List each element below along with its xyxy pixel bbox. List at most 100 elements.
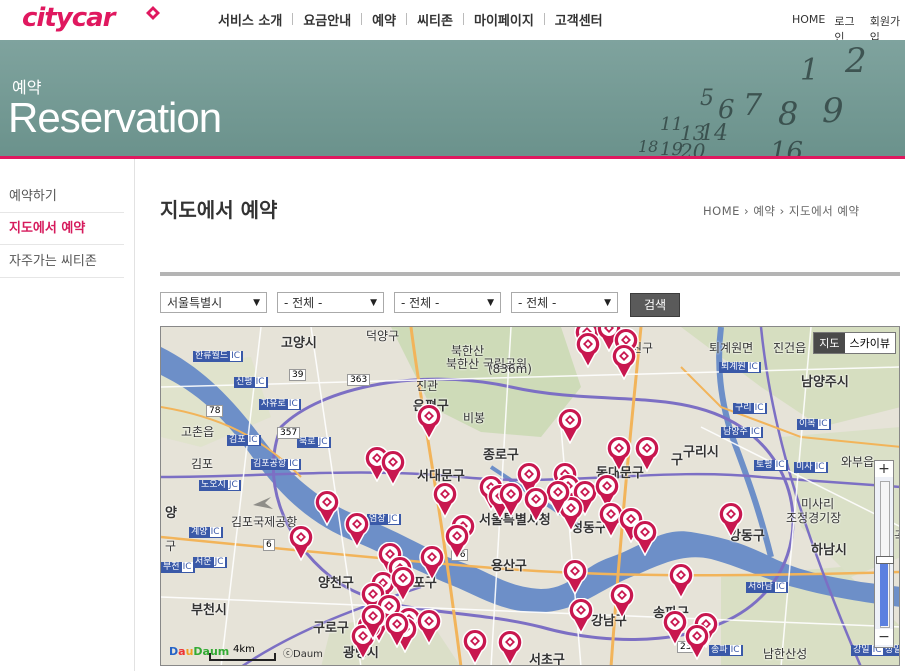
map-interchange: 북로 JC xyxy=(297,437,331,448)
nav-service[interactable]: 서비스 소개 xyxy=(208,10,292,29)
map-pin-icon xyxy=(444,524,470,560)
cityzone-map-marker[interactable] xyxy=(575,332,601,368)
cityzone-map-marker[interactable] xyxy=(419,545,445,581)
cityzone-map-marker[interactable] xyxy=(611,344,637,380)
cityzone-map-marker[interactable] xyxy=(384,612,410,648)
cityzone-map-marker[interactable] xyxy=(432,482,458,518)
page-banner: 1 2 5 6 7 8 9 11 13 14 18 19 20 16 예약 Re… xyxy=(0,40,905,156)
map-label-gu-left: 구 xyxy=(165,539,177,553)
chevron-right-icon: › xyxy=(744,204,754,218)
svg-text:5: 5 xyxy=(700,86,714,111)
cityzone-map-marker[interactable] xyxy=(632,520,658,556)
map-label-gimpo-side: 김포 xyxy=(191,457,214,471)
cityzone-map-marker[interactable] xyxy=(497,630,523,665)
scale-label: 4km xyxy=(233,644,255,655)
cityzone-map-marker[interactable] xyxy=(562,559,588,595)
interchange-type: IC xyxy=(814,462,826,472)
nav-mypage[interactable]: 마이페이지 xyxy=(464,10,544,29)
map-pin-icon xyxy=(360,604,386,640)
zone-select[interactable]: - 전체 - ▼ xyxy=(511,292,618,313)
cityzone-map-marker[interactable] xyxy=(609,583,635,619)
cityzone-map-marker[interactable] xyxy=(288,525,314,561)
logo[interactable]: citycar xyxy=(22,3,115,33)
sidebar-item-favorite-zone[interactable]: 자주가는 씨티존 xyxy=(0,246,124,278)
interchange-type: IC xyxy=(774,460,786,470)
cityzone-map-marker[interactable] xyxy=(568,598,594,634)
interchange-type: IC xyxy=(747,362,759,372)
zoom-slider-handle[interactable] xyxy=(876,556,894,564)
interchange-name: 구리 xyxy=(735,403,752,413)
svg-text:20: 20 xyxy=(679,139,706,156)
breadcrumb-home[interactable]: HOME xyxy=(703,204,740,218)
map-type-map[interactable]: 지도 xyxy=(814,333,845,353)
breadcrumb: HOME › 예약 › 지도에서 예약 xyxy=(703,203,860,219)
city-select[interactable]: 서울특별시 ▼ xyxy=(160,292,267,313)
map-label-misari-2: 조정경기장 xyxy=(786,511,842,525)
reservation-map[interactable]: 고양시덕양구북한산북한산 국립공원(836m)은평구비봉종로구서대문구서울특별시… xyxy=(160,326,900,666)
map-label-yangcheon: 양천구 xyxy=(318,576,354,591)
search-button[interactable]: 검색 xyxy=(630,293,680,317)
cityzone-map-marker[interactable] xyxy=(498,482,524,518)
interchange-type: IC xyxy=(817,419,829,429)
cityzone-map-marker[interactable] xyxy=(344,512,370,548)
map-interchange: 김포 IC xyxy=(227,435,261,446)
map-pin-icon xyxy=(632,520,658,556)
interchange-name: 자유로 xyxy=(261,399,286,409)
banner-title-en: Reservation xyxy=(8,94,222,141)
cityzone-map-marker[interactable] xyxy=(606,436,632,472)
cityzone-map-marker[interactable] xyxy=(380,450,406,486)
dong-select[interactable]: - 전체 - ▼ xyxy=(394,292,501,313)
interchange-type: JC xyxy=(387,514,399,524)
map-interchange: 미사 IC xyxy=(794,462,828,473)
route-number-badge: 363 xyxy=(347,374,371,386)
district-select[interactable]: - 전체 - ▼ xyxy=(277,292,384,313)
interchange-name: 서하남 xyxy=(748,582,773,592)
route-number-badge: 357 xyxy=(277,427,301,439)
header: citycar 서비스 소개 요금안내 예약 씨티존 마이페이지 고객센터 HO… xyxy=(0,0,905,44)
cityzone-map-marker[interactable] xyxy=(416,609,442,645)
map-pin-icon xyxy=(606,436,632,472)
sidebar-item-map-reserve[interactable]: 지도에서 예약 xyxy=(0,213,124,245)
cityzone-map-marker[interactable] xyxy=(668,563,694,599)
map-pin-icon xyxy=(462,629,488,665)
dong-select-value: - 전체 - xyxy=(401,296,440,310)
map-type-skyview[interactable]: 스카이뷰 xyxy=(845,333,895,353)
map-label-bukhansan-height: (836m) xyxy=(488,362,532,376)
interchange-name: 부천 xyxy=(163,562,180,572)
interchange-name: 토평 xyxy=(756,460,773,470)
cityzone-map-marker[interactable] xyxy=(360,604,386,640)
nav-customer-center[interactable]: 고객센터 xyxy=(545,10,613,29)
cityzone-map-marker[interactable] xyxy=(462,629,488,665)
cityzone-map-marker[interactable] xyxy=(416,404,442,440)
cityzone-map-marker[interactable] xyxy=(718,502,744,538)
nav-cityzone[interactable]: 씨티존 xyxy=(407,10,463,29)
map-pin-icon xyxy=(684,624,710,660)
sidebar-item-reserve[interactable]: 예약하기 xyxy=(0,181,124,213)
calendar-decoration: 1 2 5 6 7 8 9 11 13 14 18 19 20 16 xyxy=(638,41,867,156)
interchange-name: 남양주 xyxy=(723,427,748,437)
cityzone-map-marker[interactable] xyxy=(557,408,583,444)
zoom-out-button[interactable]: − xyxy=(875,629,893,645)
map-interchange: 신평 IC xyxy=(234,377,268,388)
map-pin-icon xyxy=(575,332,601,368)
zoom-in-button[interactable]: + xyxy=(875,461,893,477)
nav-reservation[interactable]: 예약 xyxy=(362,10,406,29)
route-number-badge: 6 xyxy=(263,539,275,551)
cityzone-map-marker[interactable] xyxy=(444,524,470,560)
interchange-name: 이목 xyxy=(799,419,816,429)
cityzone-map-marker[interactable] xyxy=(523,487,549,523)
map-interchange: 한류월드 IC xyxy=(193,351,244,362)
map-copyright: ⓒDaum xyxy=(283,649,323,660)
map-label-deogyang: 덕양구 xyxy=(366,329,400,343)
breadcrumb-reservation[interactable]: 예약 xyxy=(753,204,775,218)
map-label-jingeon: 진건읍 xyxy=(773,341,807,355)
interchange-type: IC xyxy=(288,459,300,469)
cityzone-map-marker[interactable] xyxy=(684,624,710,660)
nav-pricing[interactable]: 요금안내 xyxy=(293,10,361,29)
map-interchange: 김포공항 IC xyxy=(251,459,302,470)
cityzone-map-marker[interactable] xyxy=(314,490,340,526)
map-interchange: 이목 IC xyxy=(797,419,831,430)
route-number-badge: 78 xyxy=(206,405,224,417)
zoom-control: + − xyxy=(874,460,894,648)
cityzone-map-marker[interactable] xyxy=(634,436,660,472)
